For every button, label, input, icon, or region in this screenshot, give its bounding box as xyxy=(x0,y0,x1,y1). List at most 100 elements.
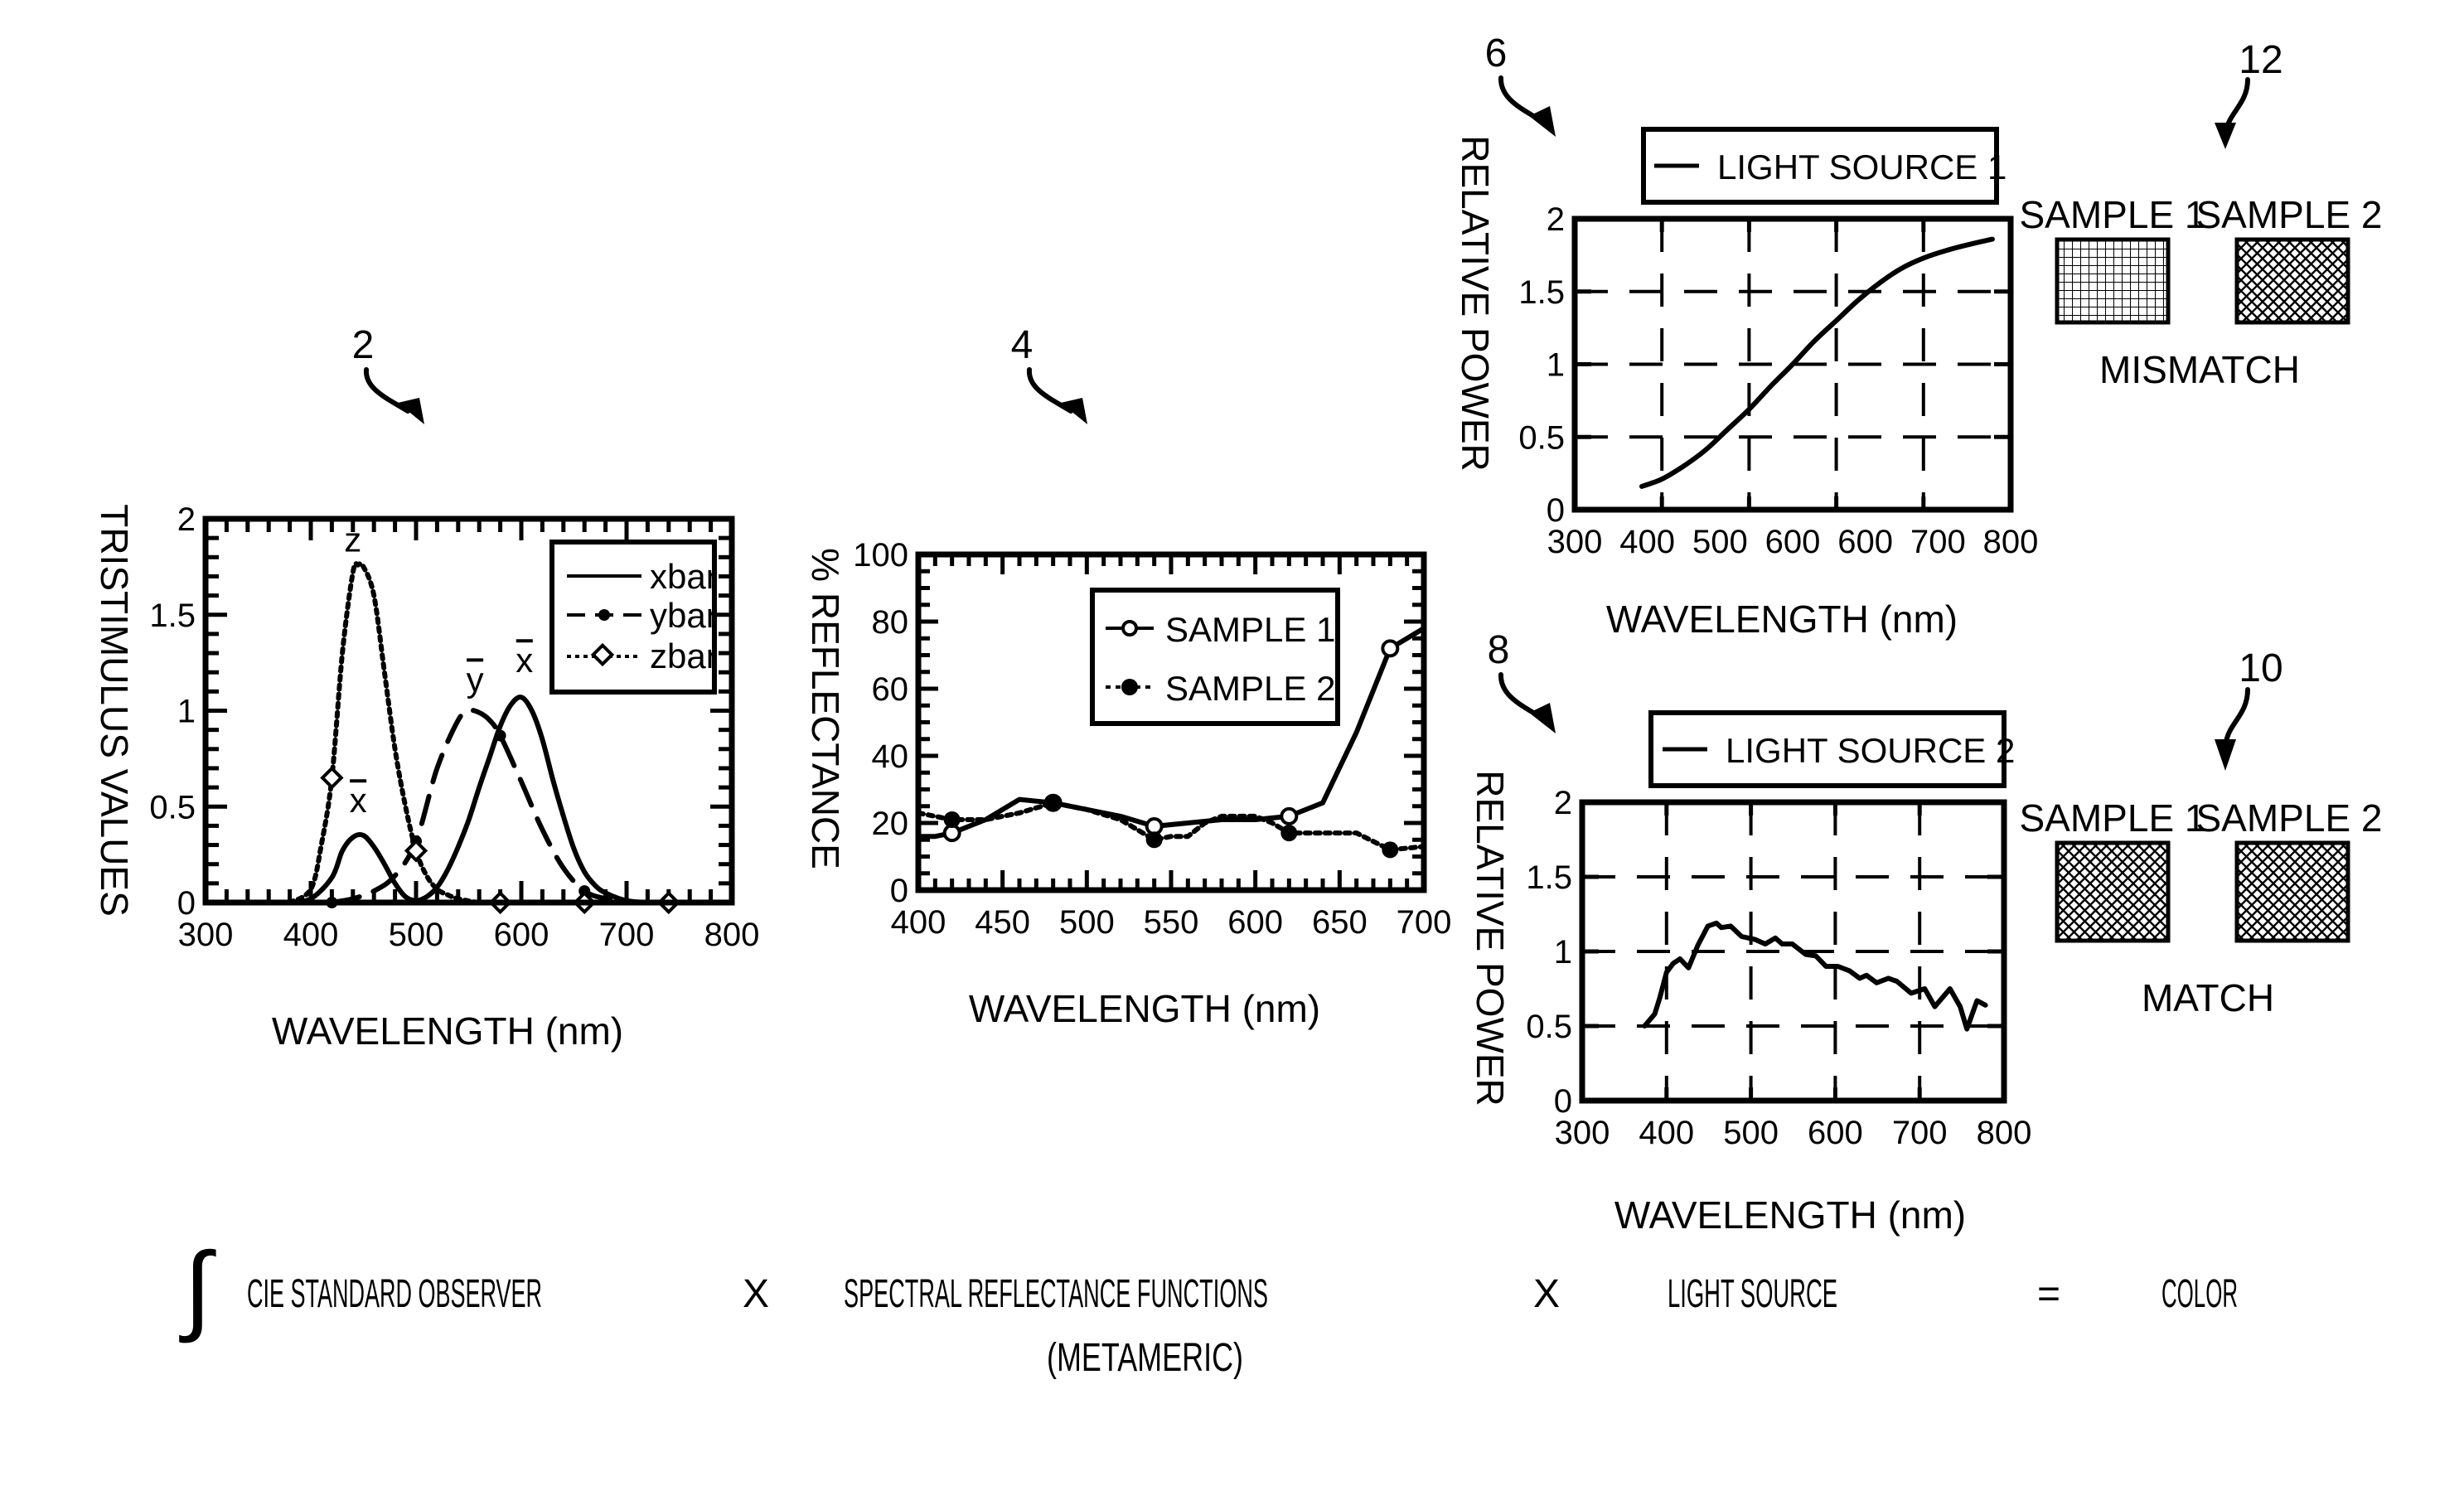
x-tick-label: 800 xyxy=(1983,524,2039,560)
data-point xyxy=(1044,794,1062,811)
sample-2-swatch xyxy=(2234,840,2350,943)
data-point xyxy=(320,766,344,790)
series-line-light-source-2 xyxy=(1642,920,1988,1032)
data-point xyxy=(1382,841,1399,859)
data-point xyxy=(1381,639,1400,658)
sample-2-swatch xyxy=(2234,237,2350,325)
y-axis-label: % REFLECTANCE xyxy=(804,548,847,869)
x-tick-label: 700 xyxy=(1892,1115,1948,1151)
legend-label-light-source-2: LIGHT SOURCE 2 xyxy=(1726,731,2015,770)
chart-observer: 2 TRISTIMULUS VALUES WAVELENGTH (nm) 00.… xyxy=(93,323,759,1053)
curve-annotation-xbar: x xyxy=(516,641,533,680)
equation-term-reflectance: SPECTRAL REFLECTANCE FUNCTIONS xyxy=(844,1272,1268,1316)
sample-1-label: SAMPLE 1 xyxy=(2020,193,2206,236)
chart-light-source-2: 8 RELATIVE POWER WAVELENGTH (nm) LIGHT S… xyxy=(1469,628,2031,1237)
x-tick-label: 500 xyxy=(1059,904,1115,941)
sample-1-label: SAMPLE 1 xyxy=(2020,796,2206,840)
x-tick-label: 600 xyxy=(1837,524,1893,560)
y-tick-label: 2 xyxy=(1547,201,1565,238)
match-label: MATCH xyxy=(2142,976,2274,1019)
x-axis-label: WAVELENGTH (nm) xyxy=(1606,598,1958,641)
x-tick-label: 700 xyxy=(599,917,655,953)
color-equation: ∫ CIE STANDARD OBSERVER X SPECTRAL REFLE… xyxy=(179,1232,2238,1380)
y-tick-label: 1.5 xyxy=(1526,859,1572,896)
curve-annotation-zbar: z xyxy=(344,520,361,559)
reference-number-2: 2 xyxy=(352,323,375,367)
x-tick-label: 600 xyxy=(1808,1115,1863,1151)
chart-light-source-1: 6 RELATIVE POWER WAVELENGTH (nm) LIGHT S… xyxy=(1454,31,2038,641)
chart-reflectance: 4 % REFLECTANCE WAVELENGTH (nm) 02040608… xyxy=(804,323,1451,1030)
arrowhead-icon xyxy=(398,398,424,424)
arrowhead-icon xyxy=(1529,703,1556,733)
equation-term-metameric: (METAMERIC) xyxy=(1047,1336,1243,1380)
integral-symbol: ∫ xyxy=(179,1232,216,1343)
x-tick-label: 300 xyxy=(1547,524,1603,560)
y-axis-label: RELATIVE POWER xyxy=(1454,135,1497,472)
x-tick-label: 700 xyxy=(1397,904,1452,941)
y-tick-label: 1.5 xyxy=(1518,274,1565,311)
legend: xbar ybar zbar xyxy=(549,540,718,695)
y-axis-label: TRISTIMULUS VALUES xyxy=(93,504,136,917)
y-tick-label: 60 xyxy=(872,671,909,708)
arrowhead-icon xyxy=(2215,123,2236,149)
y-tick-label: 100 xyxy=(853,537,908,574)
arrowhead-icon xyxy=(1061,398,1087,424)
reference-number-12: 12 xyxy=(2239,38,2282,82)
x-axis-label: WAVELENGTH (nm) xyxy=(272,1009,623,1053)
x-tick-label: 800 xyxy=(704,917,760,953)
legend-label-ybar: ybar xyxy=(650,596,718,635)
y-tick-label: 20 xyxy=(872,806,909,842)
reference-number-4: 4 xyxy=(1011,323,1034,367)
data-point xyxy=(1145,831,1163,849)
x-tick-label: 650 xyxy=(1312,904,1368,941)
arrowhead-icon xyxy=(1529,106,1556,137)
reference-number-8: 8 xyxy=(1488,628,1510,672)
x-tick-label: 300 xyxy=(1555,1115,1610,1151)
x-tick-label: 400 xyxy=(1619,524,1675,560)
legend-label-sample-2: SAMPLE 2 xyxy=(1165,669,1335,708)
sample-2-label: SAMPLE 2 xyxy=(2196,796,2383,840)
x-axis-label: WAVELENGTH (nm) xyxy=(969,987,1320,1030)
equation-term-observer: CIE STANDARD OBSERVER xyxy=(247,1272,542,1316)
y-tick-label: 1 xyxy=(1547,347,1565,384)
x-tick-label: 600 xyxy=(1227,904,1283,941)
x-tick-label: 550 xyxy=(1144,904,1199,941)
x-tick-label: 500 xyxy=(389,917,444,953)
y-tick-label: 0.5 xyxy=(149,789,196,825)
x-tick-label: 400 xyxy=(891,904,946,941)
arrowhead-icon xyxy=(2215,739,2236,771)
data-point xyxy=(1280,825,1298,842)
y-tick-label: 1 xyxy=(1554,934,1572,970)
sample-2-label: SAMPLE 2 xyxy=(2196,193,2383,236)
legend: SAMPLE 1 SAMPLE 2 xyxy=(1090,588,1340,726)
y-tick-label: 2 xyxy=(177,501,196,538)
x-tick-label: 300 xyxy=(178,917,234,953)
x-tick-label: 450 xyxy=(975,904,1030,941)
legend-label-zbar: zbar xyxy=(650,637,718,675)
data-point xyxy=(943,811,961,828)
metamerism-figure: 2 TRISTIMULUS VALUES WAVELENGTH (nm) 00.… xyxy=(93,31,2383,1380)
mismatch-comparison: 12 SAMPLE 1 SAMPLE 2 MISMATCH xyxy=(2020,38,2383,391)
x-tick-label: 500 xyxy=(1692,524,1748,560)
equation-result-color: COLOR xyxy=(2161,1272,2238,1316)
series-line-ybar xyxy=(329,707,629,905)
x-axis-label: WAVELENGTH (nm) xyxy=(1614,1193,1966,1237)
y-axis-label: RELATIVE POWER xyxy=(1469,770,1512,1106)
series-line-xbar xyxy=(287,695,671,906)
equation-times-1: X xyxy=(743,1272,769,1316)
reference-number-10: 10 xyxy=(2239,646,2282,690)
legend: LIGHT SOURCE 2 xyxy=(1648,710,2015,788)
data-point xyxy=(494,729,506,742)
y-tick-label: 1 xyxy=(177,694,196,730)
reference-arrow-icon xyxy=(2224,687,2250,744)
x-tick-label: 500 xyxy=(1723,1115,1779,1151)
legend: LIGHT SOURCE 1 xyxy=(1641,127,2007,205)
x-tick-label: 800 xyxy=(1977,1115,2032,1151)
y-tick-label: 0.5 xyxy=(1526,1009,1572,1045)
y-tick-label: 2 xyxy=(1554,785,1572,821)
match-comparison: 10 SAMPLE 1 SAMPLE 2 MATCH xyxy=(2020,646,2383,1019)
equation-times-2: X xyxy=(1533,1272,1560,1316)
x-tick-label: 400 xyxy=(283,917,339,953)
legend-label-light-source-1: LIGHT SOURCE 1 xyxy=(1717,148,2007,186)
legend-label-sample-1: SAMPLE 1 xyxy=(1165,610,1335,649)
